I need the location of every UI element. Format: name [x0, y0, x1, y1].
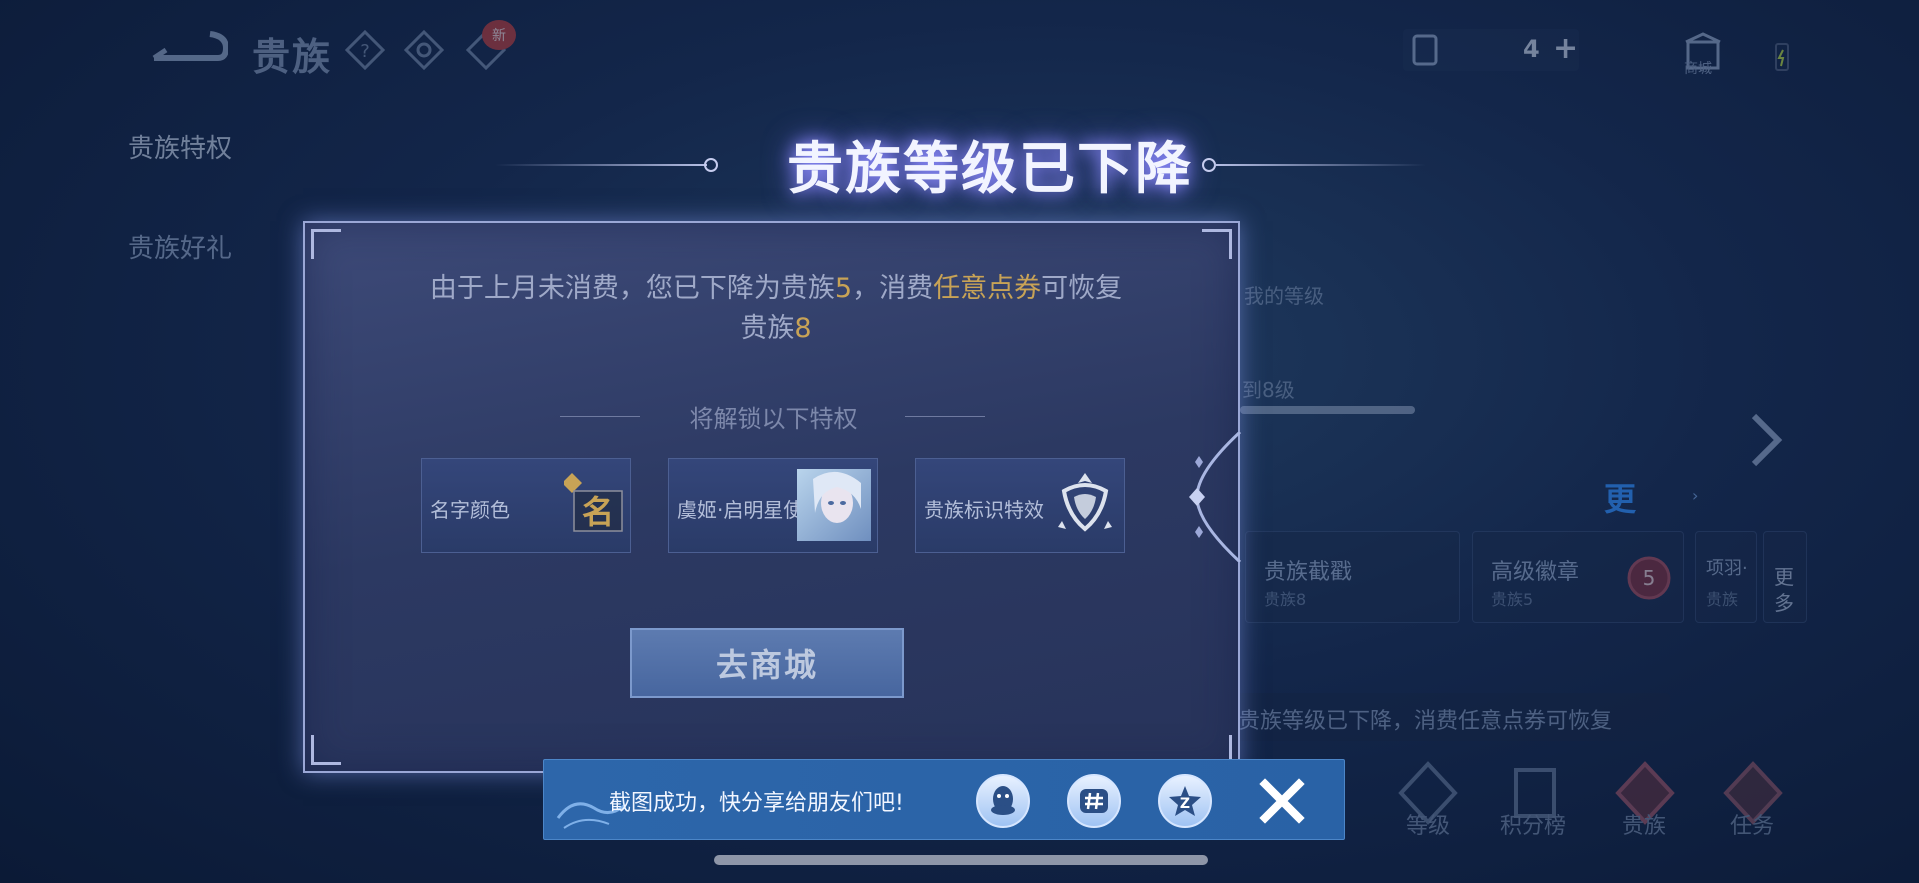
page-title: 贵族	[252, 35, 333, 79]
svg-text:Z: Z	[1180, 796, 1190, 812]
side-tab-noble-privileges[interactable]: 贵族特权	[128, 128, 232, 165]
corner-ornament	[1202, 229, 1232, 259]
unlock-label: 将解锁以下特权	[689, 405, 858, 433]
title-decoration-dot	[704, 158, 718, 172]
coupon-balance[interactable]: 4 +	[1403, 29, 1579, 71]
privilege-label: 贵族标识特效	[924, 498, 1044, 522]
shop-label: 商城	[1684, 61, 1712, 77]
divider-line	[905, 416, 985, 417]
new-badge: 新	[482, 20, 516, 50]
privilege-card[interactable]: 项羽· 贵族	[1695, 531, 1757, 623]
more-label: 更多	[1774, 565, 1794, 615]
nav-label: 等级	[1406, 814, 1451, 839]
corner-ornament	[311, 735, 341, 765]
noble-emblem-icon	[1058, 473, 1112, 532]
dialog-notch-ornament	[1189, 432, 1242, 562]
card-title: 项羽·	[1706, 558, 1748, 579]
current-level-value: 5	[834, 273, 853, 304]
message-text: 贵族	[740, 313, 795, 344]
hero-skin-portrait	[797, 469, 871, 541]
coupon-count: 4	[1523, 35, 1540, 63]
dialog-title: 贵族等级已下降	[787, 136, 1193, 202]
screenshot-share-toast: 截图成功，快分享给朋友们吧! Z	[543, 759, 1345, 840]
privilege-card[interactable]: 高级徽章 贵族5 5	[1472, 531, 1684, 623]
share-qq-button[interactable]	[976, 774, 1030, 828]
chevron-right-icon[interactable]	[1746, 410, 1786, 470]
privilege-name-color[interactable]: 名字颜色 名	[421, 458, 631, 553]
side-tab-noble-gifts[interactable]: 贵族好礼	[128, 228, 232, 265]
level-progress-fill	[1240, 406, 1415, 414]
help-icon[interactable]: ?	[345, 30, 385, 70]
battery-icon	[1775, 43, 1789, 71]
name-color-icon: 名	[564, 473, 623, 532]
restore-level-value: 8	[794, 313, 812, 344]
top-bar: 贵族 ? 新 4 + 商城	[0, 0, 1919, 100]
hint-bar: 贵族等级已下降，消费任意点券可恢复	[1230, 693, 1670, 741]
dialog-message: 由于上月未消费，您已下降为贵族5，消费任意点券可恢复 贵族8	[391, 269, 1161, 349]
nav-label: 贵族	[1622, 814, 1667, 839]
svg-text:5: 5	[1643, 566, 1656, 590]
nav-label: 积分榜	[1500, 814, 1567, 839]
share-qzone-button[interactable]: Z	[1158, 774, 1212, 828]
toast-message: 截图成功，快分享给朋友们吧!	[609, 791, 904, 816]
message-text: 可恢复	[1041, 273, 1123, 304]
wechat-moments-icon	[1080, 789, 1108, 813]
level-down-dialog: 由于上月未消费，您已下降为贵族5，消费任意点券可恢复 贵族8 将解锁以下特权 名…	[303, 221, 1240, 773]
corner-ornament	[311, 229, 341, 259]
level-progress-bar	[1240, 406, 1415, 414]
privilege-label: 名字颜色	[430, 498, 510, 522]
privilege-noble-emblem[interactable]: 贵族标识特效	[915, 458, 1125, 553]
card-subtitle: 贵族5	[1491, 590, 1534, 609]
title-decoration-right	[1214, 164, 1426, 166]
message-text: 由于上月未消费，您已下降为贵族	[429, 273, 835, 304]
coupon-icon	[1412, 34, 1438, 66]
card-title: 高级徽章	[1491, 560, 1580, 585]
badge-icon: 5	[1627, 556, 1671, 600]
qq-icon	[991, 786, 1015, 815]
nav-label: 任务	[1730, 814, 1775, 839]
privilege-label: 虞姬·启明星使	[677, 498, 804, 522]
hint-text: 贵族等级已下降，消费任意点券可恢复	[1238, 709, 1613, 734]
message-text: ，消费	[852, 273, 934, 304]
home-indicator[interactable]	[714, 855, 1208, 865]
more-privileges-button[interactable]: 更多	[1763, 531, 1807, 623]
back-arrow-icon[interactable]	[148, 28, 228, 68]
next-level-label: 到8级	[1242, 378, 1295, 402]
card-subtitle: 贵族	[1706, 590, 1739, 609]
more-arrow-icon: ›	[1692, 486, 1699, 505]
title-decoration-left	[495, 164, 707, 166]
go-to-shop-button[interactable]: 去商城	[630, 628, 904, 698]
close-icon[interactable]	[1257, 776, 1307, 826]
svg-text:?: ?	[360, 41, 370, 62]
share-moments-button[interactable]	[1067, 774, 1121, 828]
add-coupon-button[interactable]: +	[1553, 31, 1578, 66]
card-subtitle: 贵族8	[1264, 590, 1307, 609]
svg-text:名: 名	[582, 493, 614, 531]
settings-diamond-icon[interactable]	[404, 30, 444, 70]
qzone-icon: Z	[1169, 786, 1201, 816]
highlight-action: 任意点券	[933, 273, 1042, 304]
more-link[interactable]: 更	[1604, 474, 1636, 520]
privilege-hero-skin[interactable]: 虞姬·启明星使	[668, 458, 878, 553]
my-level-label: 我的等级	[1244, 284, 1324, 308]
